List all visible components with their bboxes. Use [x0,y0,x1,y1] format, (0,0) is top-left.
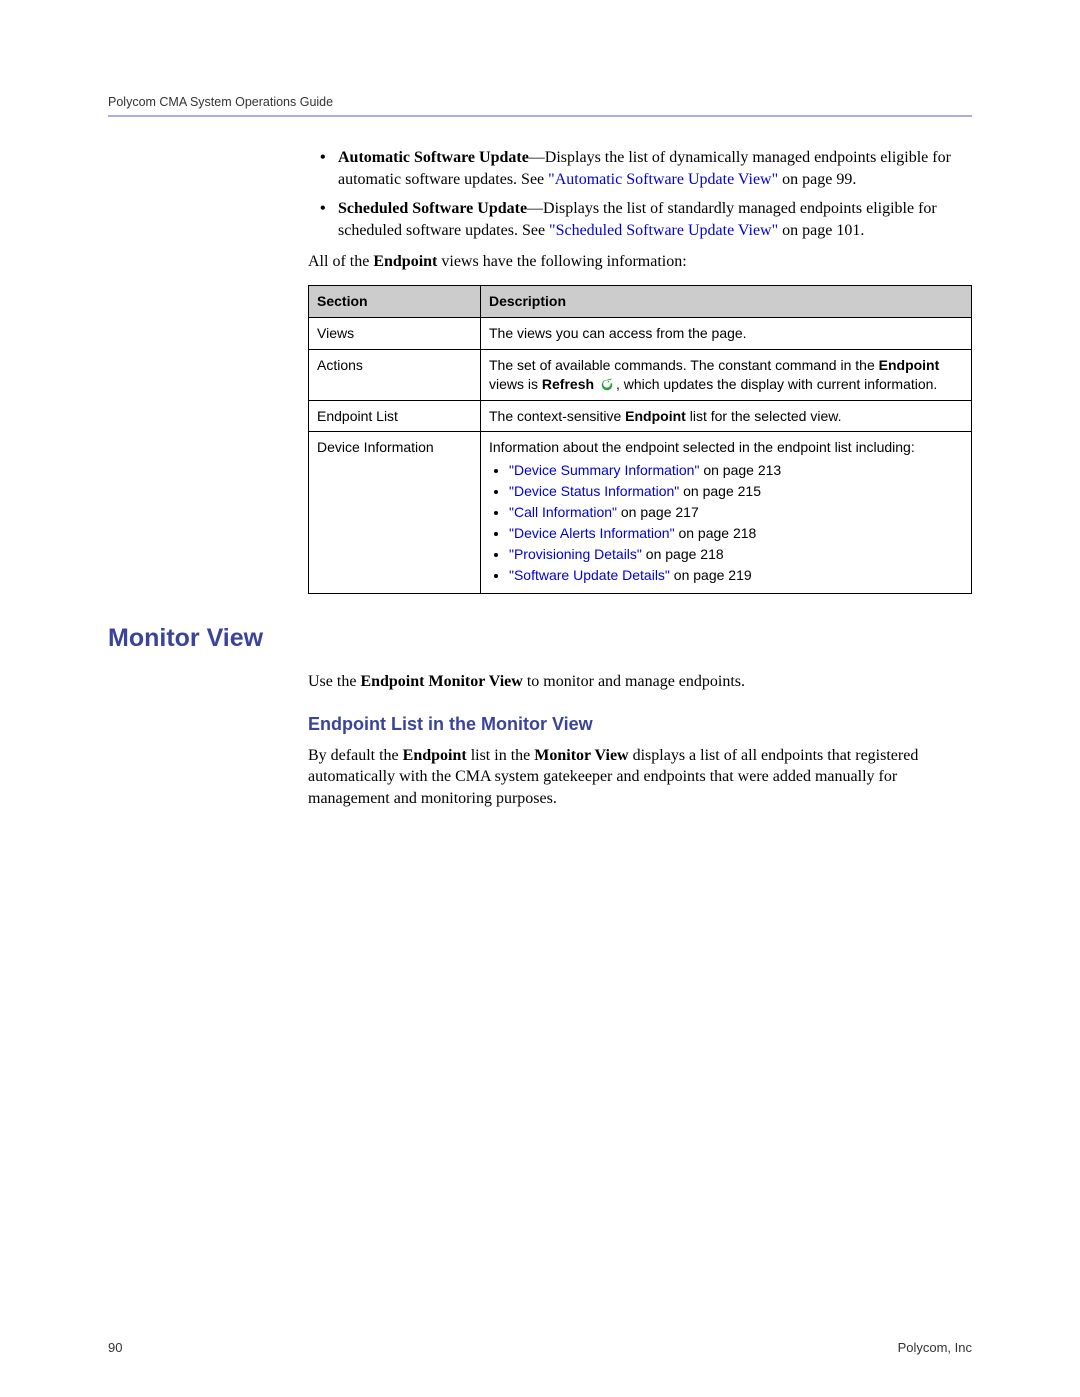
refresh-icon [600,378,614,392]
list-item: "Device Status Information" on page 215 [509,482,963,501]
text: on page 213 [699,462,781,478]
list-item: "Device Alerts Information" on page 218 [509,524,963,543]
page: Polycom CMA System Operations Guide Auto… [0,0,1080,1397]
text: views have the following information: [437,253,686,270]
text: on page 218 [675,525,757,541]
link-device-alerts[interactable]: "Device Alerts Information" [509,525,675,541]
table-row: Endpoint List The context-sensitive Endp… [309,400,972,432]
cell-description: The set of available commands. The const… [481,349,972,400]
th-description: Description [481,285,972,317]
text-bold: Endpoint [373,253,437,270]
bullet-dash: — [527,200,543,217]
text: The set of available commands. The const… [489,357,879,373]
link-call-info[interactable]: "Call Information" [509,504,617,520]
th-section: Section [309,285,481,317]
text: on page 219 [670,567,752,583]
text-bold: Refresh [542,376,594,392]
bullet-scheduled-update: Scheduled Software Update—Displays the l… [308,198,972,241]
list-item: "Software Update Details" on page 219 [509,566,963,585]
bullet-auto-update: Automatic Software Update—Displays the l… [308,147,972,190]
cell-section: Endpoint List [309,400,481,432]
text: Information about the endpoint selected … [489,438,963,457]
feature-bullets: Automatic Software Update—Displays the l… [308,147,972,241]
cell-section: Device Information [309,432,481,593]
monitor-intro: Use the Endpoint Monitor View to monitor… [308,671,972,693]
text-bold: Endpoint [403,747,467,764]
bullet-label: Scheduled Software Update [338,200,527,217]
text: Use the [308,673,360,690]
heading-monitor-view: Monitor View [108,624,972,653]
text-bold: Endpoint Monitor View [360,673,522,690]
bullet-tail: on page 101. [778,222,864,239]
text: to monitor and manage endpoints. [523,673,745,690]
device-info-links: "Device Summary Information" on page 213… [489,461,963,584]
text: list for the selected view. [686,408,842,424]
bullet-tail: on page 99. [778,171,856,188]
text-bold: Endpoint [625,408,686,424]
monitor-section: Use the Endpoint Monitor View to monitor… [308,671,972,810]
text-bold: Endpoint [879,357,940,373]
text: on page 217 [617,504,699,520]
footer-company: Polycom, Inc [898,1340,972,1355]
text: All of the [308,253,373,270]
text: list in the [467,747,535,764]
table-row: Device Information Information about the… [309,432,972,593]
text: By default the [308,747,403,764]
bullet-dash: — [529,149,545,166]
running-header: Polycom CMA System Operations Guide [108,95,972,109]
text-bold: Monitor View [534,747,628,764]
cell-description: The views you can access from the page. [481,317,972,349]
monitor-body: By default the Endpoint list in the Moni… [308,745,972,810]
bullet-label: Automatic Software Update [338,149,529,166]
header-rule [108,115,972,117]
link-device-summary[interactable]: "Device Summary Information" [509,462,699,478]
text: , which updates the display with current… [616,376,937,392]
text: views is [489,376,542,392]
list-item: "Call Information" on page 217 [509,503,963,522]
link-auto-update-view[interactable]: "Automatic Software Update View" [548,171,778,188]
text: on page 218 [642,546,724,562]
cell-section: Actions [309,349,481,400]
all-views-intro: All of the Endpoint views have the follo… [308,251,972,273]
list-item: "Provisioning Details" on page 218 [509,545,963,564]
cell-section: Views [309,317,481,349]
cell-description: Information about the endpoint selected … [481,432,972,593]
text: The context-sensitive [489,408,625,424]
link-device-status[interactable]: "Device Status Information" [509,483,679,499]
text: on page 215 [679,483,761,499]
list-item: "Device Summary Information" on page 213 [509,461,963,480]
table-row: Actions The set of available commands. T… [309,349,972,400]
info-table: Section Description Views The views you … [308,285,972,594]
page-footer: 90 Polycom, Inc [108,1340,972,1355]
table-row: Views The views you can access from the … [309,317,972,349]
page-number: 90 [108,1340,122,1355]
link-scheduled-update-view[interactable]: "Scheduled Software Update View" [549,222,778,239]
main-content: Automatic Software Update—Displays the l… [308,147,972,594]
heading-endpoint-list: Endpoint List in the Monitor View [308,712,972,736]
cell-description: The context-sensitive Endpoint list for … [481,400,972,432]
link-software-update-details[interactable]: "Software Update Details" [509,567,670,583]
link-provisioning-details[interactable]: "Provisioning Details" [509,546,642,562]
table-header-row: Section Description [309,285,972,317]
